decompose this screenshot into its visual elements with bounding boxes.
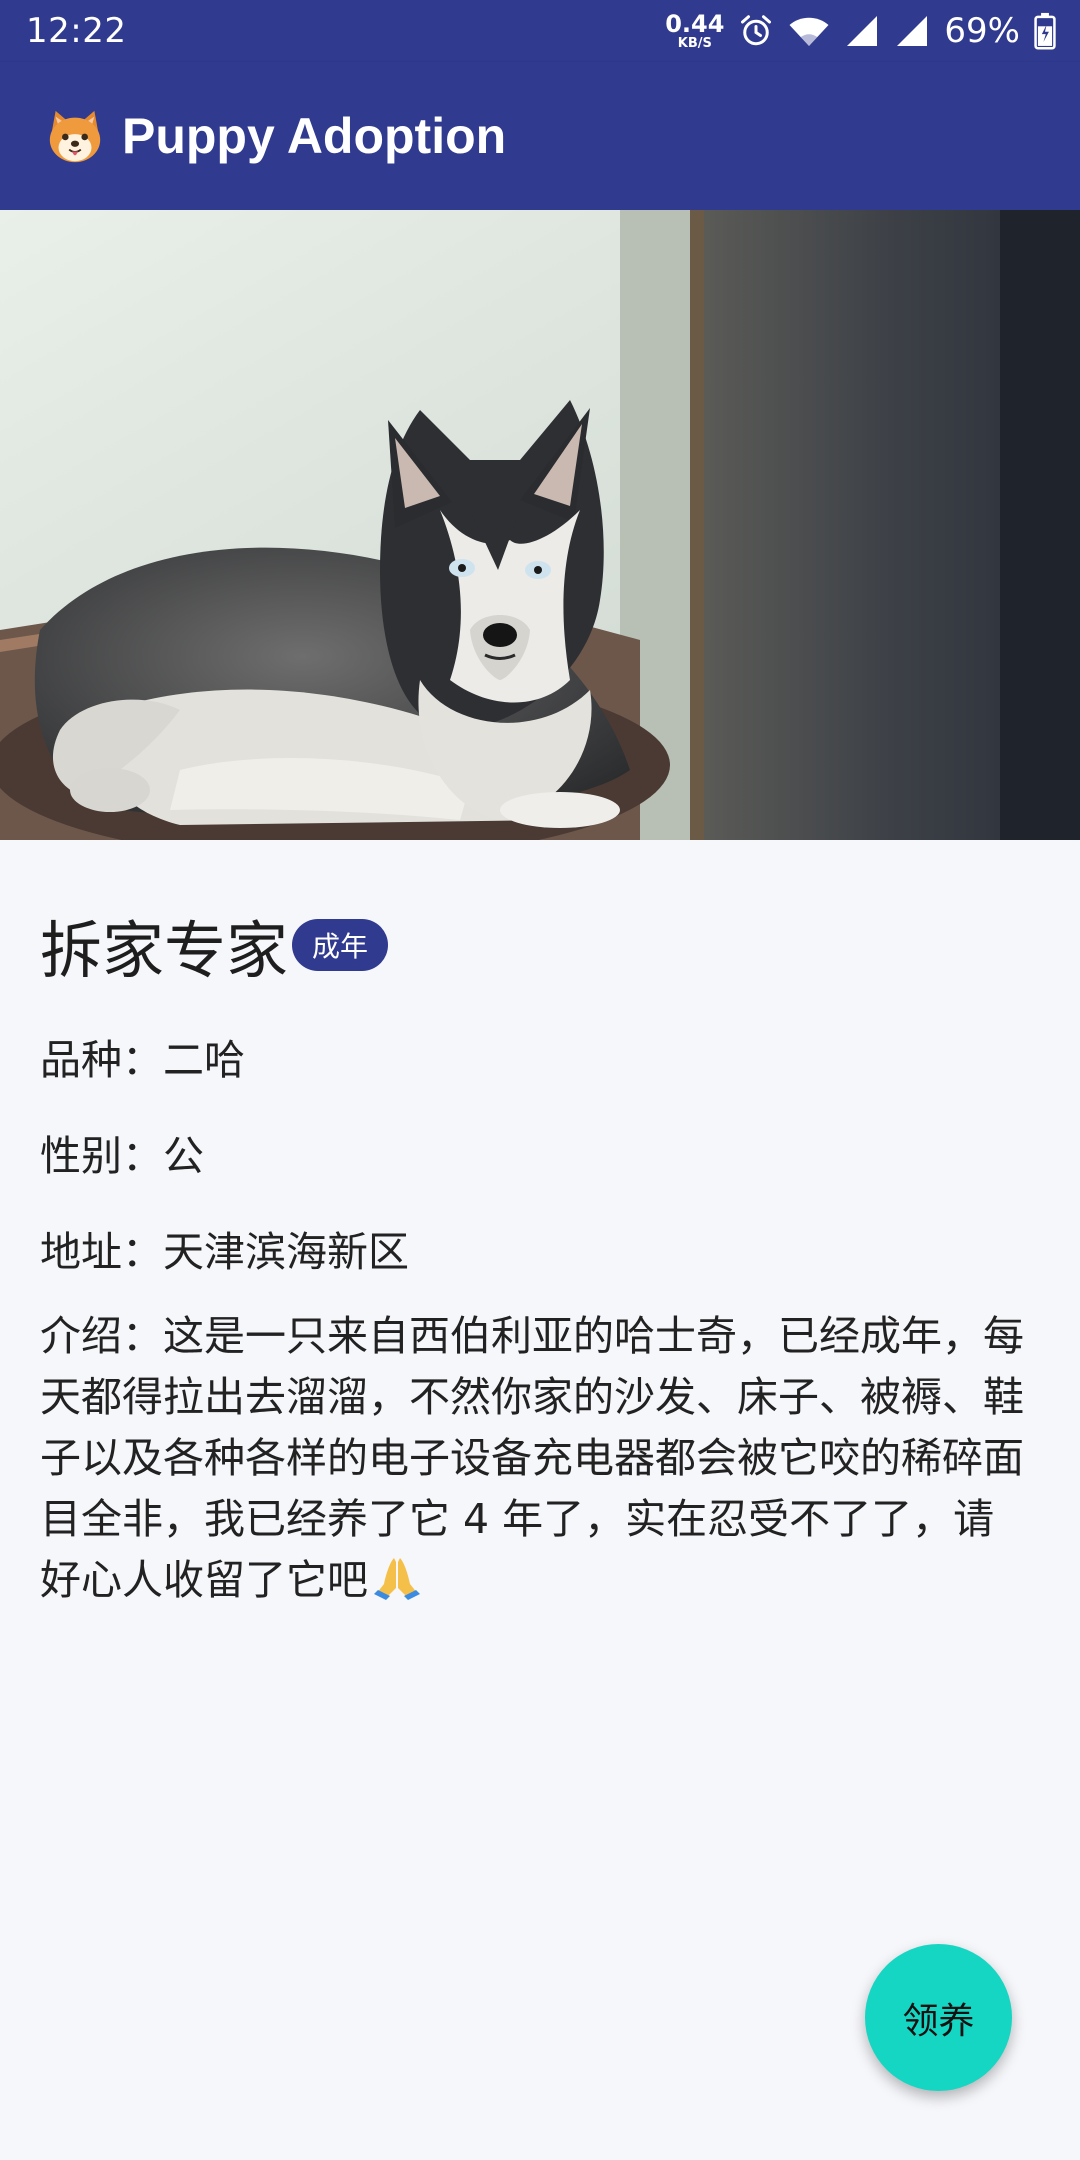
signal-icon <box>844 13 880 49</box>
adopt-button[interactable]: 领养 <box>865 1944 1012 2091</box>
shiba-face-icon <box>44 105 106 167</box>
network-speed: 0.44 KB/S <box>665 12 724 50</box>
screen: 12:22 0.44 KB/S 69% Puppy Adoption 拆家专家 … <box>0 0 1080 2160</box>
signal-icon <box>894 13 930 49</box>
folded-hands-icon <box>372 1554 422 1617</box>
gender-line: 性别：公 <box>40 1132 204 1180</box>
alarm-icon <box>738 13 774 49</box>
address-line: 地址：天津滨海新区 <box>40 1228 409 1276</box>
dog-photo <box>0 210 1080 840</box>
app-bar: Puppy Adoption <box>0 62 1080 210</box>
age-badge: 成年 <box>292 919 389 971</box>
intro-text: 介绍：这是一只来自西伯利亚的哈士奇，已经成年，每天都得拉出去溜溜，不然你家的沙发… <box>40 1312 1024 1604</box>
status-time: 12:22 <box>26 11 127 51</box>
title-row: 拆家专家 成年 <box>40 900 1040 990</box>
battery-percent: 69% <box>944 11 1020 51</box>
network-speed-unit: KB/S <box>677 36 712 51</box>
breed-line: 品种：二哈 <box>40 1036 245 1084</box>
status-bar: 12:22 0.44 KB/S 69% <box>0 0 1080 62</box>
wifi-icon <box>788 13 830 49</box>
status-icons: 0.44 KB/S 69% <box>665 11 1056 51</box>
dog-name: 拆家专家 <box>40 914 289 987</box>
adopt-button-label: 领养 <box>902 2000 975 2042</box>
battery-icon <box>1034 12 1056 50</box>
dog-details: 拆家专家 成年 品种：二哈 性别：公 地址：天津滨海新区 介绍：这是一只来自西伯… <box>40 900 1040 1617</box>
network-speed-value: 0.44 <box>665 10 725 38</box>
app-title: Puppy Adoption <box>122 108 507 164</box>
intro-paragraph: 介绍：这是一只来自西伯利亚的哈士奇，已经成年，每天都得拉出去溜溜，不然你家的沙发… <box>40 1306 1030 1617</box>
